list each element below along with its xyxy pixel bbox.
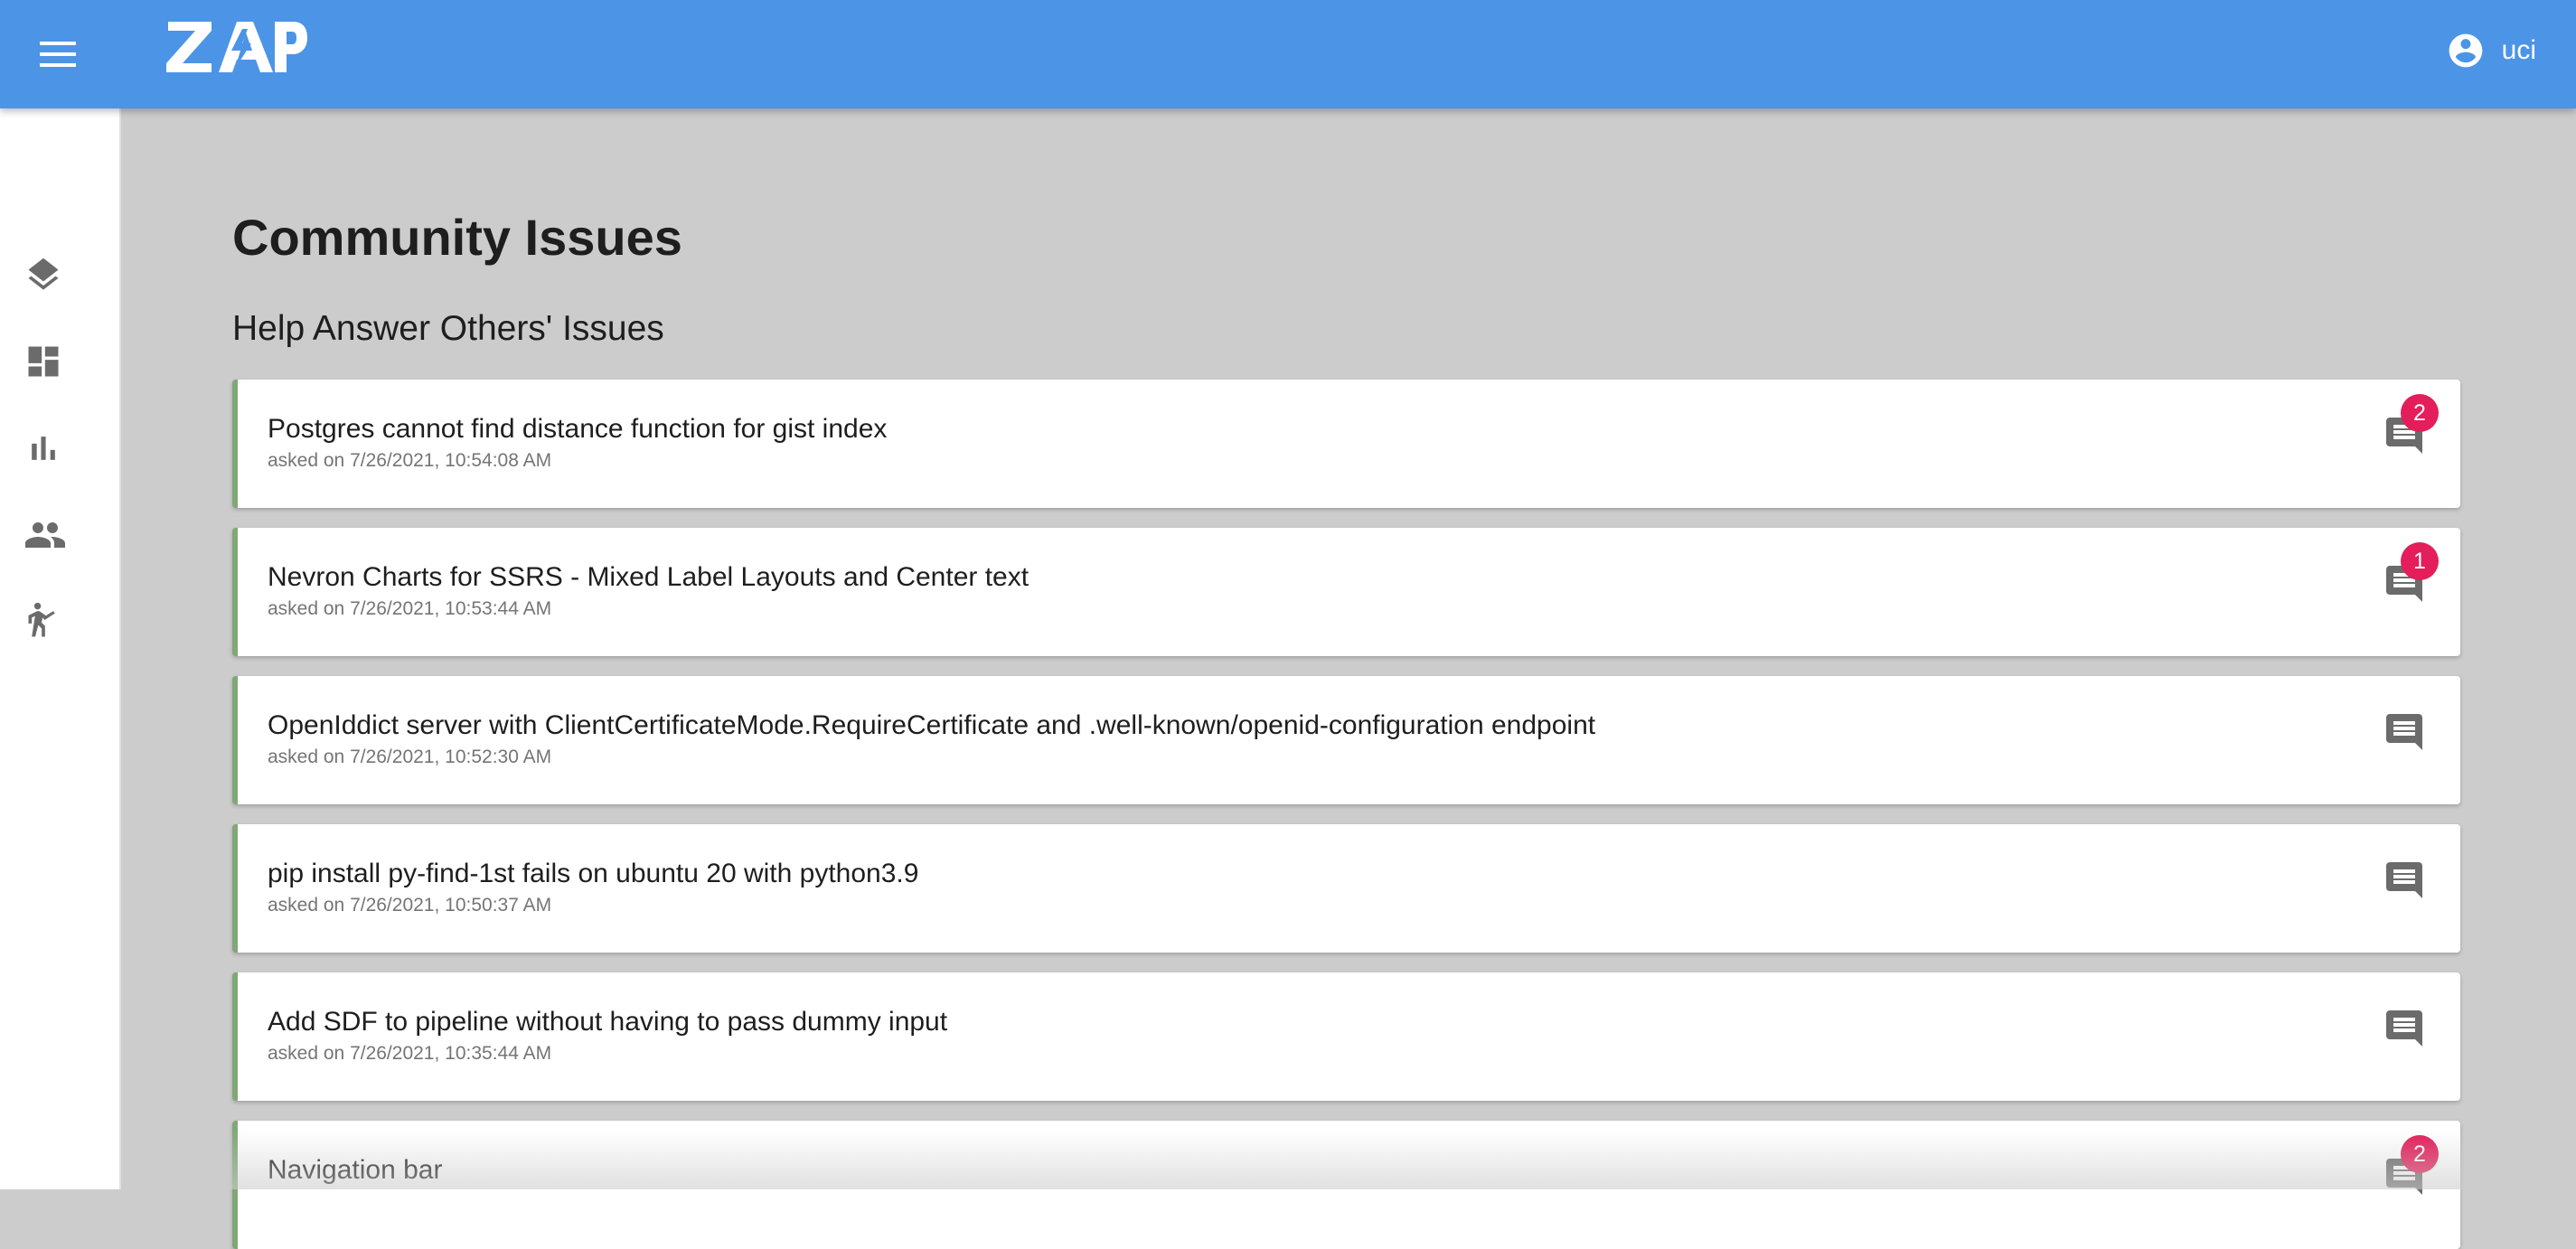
comment-icon	[2386, 714, 2422, 750]
zap-logo[interactable]	[166, 20, 307, 74]
main-content: Community Issues Help Answer Others' Iss…	[121, 108, 2576, 1249]
user-menu[interactable]: uci	[2446, 27, 2536, 74]
comments-button[interactable]: 2	[2379, 1135, 2439, 1202]
issue-title[interactable]: OpenIddict server with ClientCertificate…	[268, 710, 1595, 741]
section-title: Help Answer Others' Issues	[232, 309, 664, 348]
bar-chart-icon	[32, 437, 55, 460]
issue-title[interactable]: Navigation bar	[268, 1155, 442, 1186]
issue-title[interactable]: pip install py-find-1st fails on ubuntu …	[268, 859, 918, 889]
issue-title[interactable]: Add SDF to pipeline without having to pa…	[268, 1007, 947, 1038]
page-title: Community Issues	[232, 209, 682, 266]
dashboard-icon	[28, 346, 59, 377]
issue-date: asked on 7/26/2021, 10:54:08 AM	[268, 450, 552, 471]
username-label: uci	[2501, 35, 2536, 65]
comment-icon	[2386, 1010, 2422, 1047]
comment-icon	[2386, 862, 2422, 898]
menu-icon	[40, 42, 76, 67]
sidebar-item-community[interactable]	[0, 492, 121, 578]
issue-card[interactable]: Add SDF to pipeline without having to pa…	[232, 972, 2460, 1101]
comments-button[interactable]: 1	[2379, 542, 2439, 609]
issue-card[interactable]: Postgres cannot find distance function f…	[232, 380, 2460, 508]
issue-date: asked on 7/26/2021, 10:50:37 AM	[268, 895, 552, 916]
sidebar-item-statistics[interactable]	[0, 405, 121, 492]
issue-date: asked on 7/26/2021, 10:53:44 AM	[268, 598, 552, 619]
person-walking-icon	[28, 602, 55, 637]
comments-button[interactable]	[2379, 855, 2430, 906]
issue-card[interactable]: Navigation bar 2	[232, 1121, 2460, 1249]
top-app-bar: uci	[0, 0, 2576, 108]
comments-button[interactable]: 2	[2379, 394, 2439, 461]
comment-count-badge: 1	[2401, 542, 2439, 580]
issue-card[interactable]: OpenIddict server with ClientCertificate…	[232, 676, 2460, 804]
sidebar-item-activity[interactable]	[0, 578, 121, 665]
issue-card[interactable]: pip install py-find-1st fails on ubuntu …	[232, 824, 2460, 953]
sidebar-nav	[0, 108, 121, 1189]
layers-icon	[28, 258, 59, 290]
comment-count-badge: 2	[2401, 1135, 2439, 1173]
comments-button[interactable]	[2379, 707, 2430, 757]
sidebar-item-dashboard[interactable]	[0, 318, 121, 405]
account-circle-icon	[2449, 33, 2482, 68]
issue-title[interactable]: Postgres cannot find distance function f…	[268, 414, 887, 445]
issue-date: asked on 7/26/2021, 10:35:44 AM	[268, 1043, 552, 1064]
comment-count-badge: 2	[2401, 394, 2439, 432]
sidebar-item-layers[interactable]	[0, 231, 121, 318]
people-icon	[25, 522, 65, 548]
menu-button[interactable]	[25, 33, 90, 76]
issue-card[interactable]: Nevron Charts for SSRS - Mixed Label Lay…	[232, 528, 2460, 656]
comments-button[interactable]	[2379, 1003, 2430, 1054]
issue-date: asked on 7/26/2021, 10:52:30 AM	[268, 747, 552, 767]
issue-title[interactable]: Nevron Charts for SSRS - Mixed Label Lay…	[268, 562, 1029, 593]
